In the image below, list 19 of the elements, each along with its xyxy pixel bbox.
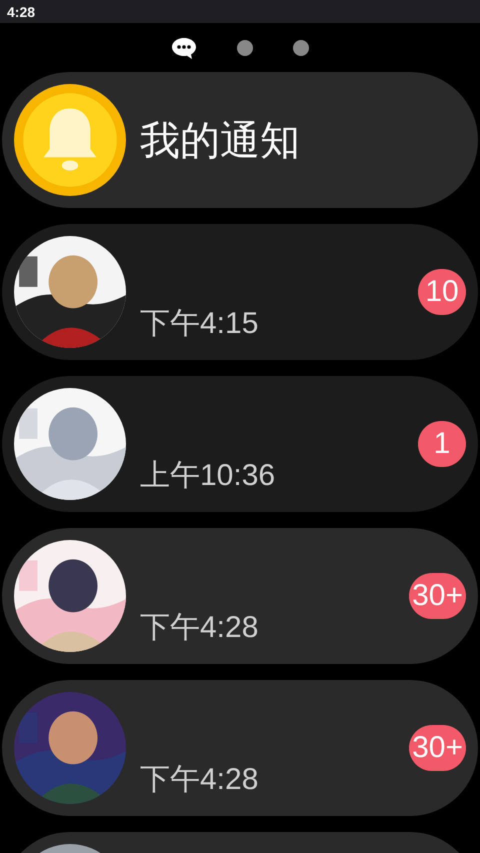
chat-card[interactable]: 下午4:28 30+: [2, 680, 478, 816]
notification-title: 我的通知: [140, 116, 300, 166]
message-time: 下午4:28: [140, 610, 258, 646]
unread-badge: 10: [418, 269, 466, 315]
chat-card[interactable]: 下午4:28 30+: [2, 528, 478, 664]
message-time: 上午10:36: [140, 458, 276, 494]
chat-card[interactable]: 下午4:15 10: [2, 224, 478, 360]
notification-card[interactable]: 我的通知: [2, 72, 478, 208]
chat-card[interactable]: 上午10:36 1: [2, 376, 478, 512]
unread-badge: 1: [418, 421, 466, 467]
page-dot[interactable]: [237, 40, 253, 56]
message-time: 下午4:15: [140, 306, 258, 342]
bell-icon: [14, 84, 126, 196]
unread-badge: 30+: [409, 573, 466, 619]
status-time: 4:28: [7, 4, 36, 20]
chat-bubble-icon[interactable]: [171, 36, 197, 60]
page-dot[interactable]: [293, 40, 309, 56]
unread-badge: 30+: [409, 725, 466, 771]
message-time: 下午4:28: [140, 762, 258, 798]
